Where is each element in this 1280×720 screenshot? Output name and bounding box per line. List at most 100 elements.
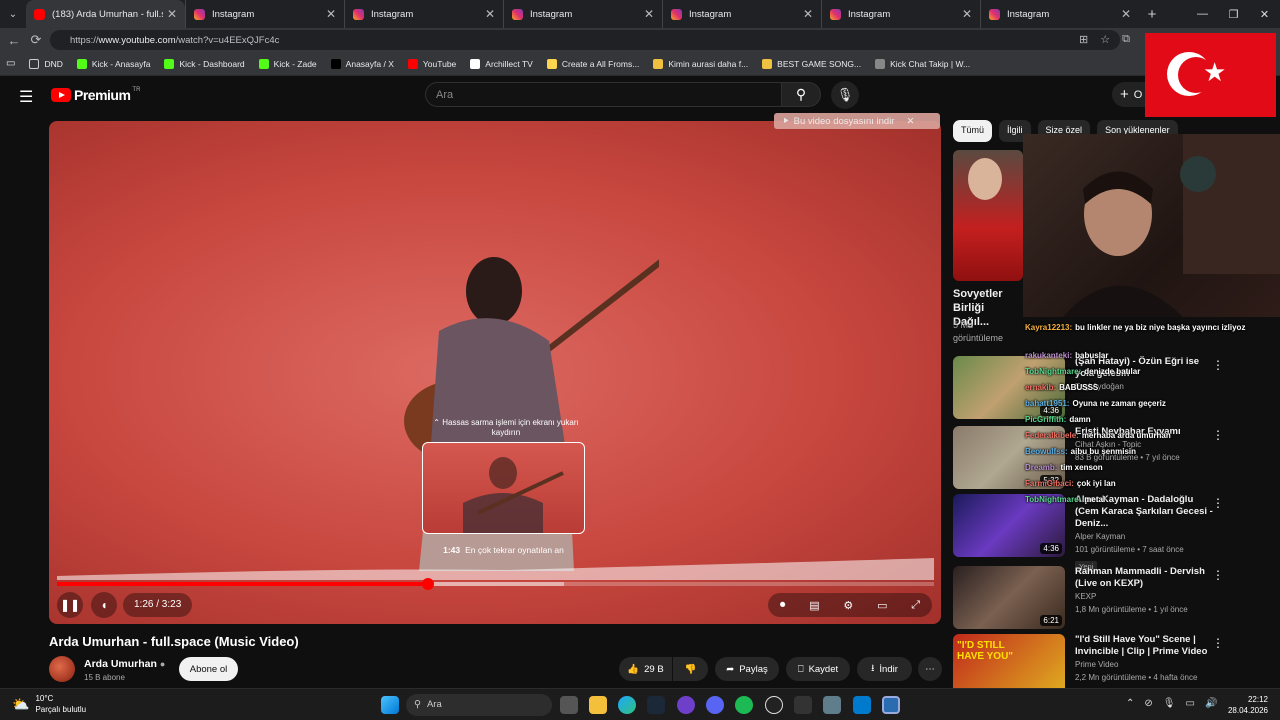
close-icon[interactable]: ✕ bbox=[962, 7, 972, 21]
discord-icon[interactable] bbox=[706, 696, 724, 714]
subtitles-icon[interactable]: ▤ bbox=[809, 599, 819, 612]
close-icon[interactable]: ✕ bbox=[326, 7, 336, 21]
save-button[interactable]: ⎕ Kaydet bbox=[786, 657, 850, 681]
rec-item[interactable]: 6:21 Rahman Mammadli - Dervish (Live on K… bbox=[953, 566, 1215, 629]
rec-more-icon[interactable]: ⋮ bbox=[1212, 496, 1224, 510]
star-icon[interactable]: ☆ bbox=[1100, 33, 1110, 46]
close-icon[interactable]: ✕ bbox=[906, 116, 914, 127]
tab-instagram[interactable]: Instagram ✕ bbox=[344, 0, 503, 28]
channel-name[interactable]: Arda Umurhan ● bbox=[84, 658, 165, 670]
bookmark-item[interactable]: DND bbox=[29, 58, 63, 69]
tab-instagram[interactable]: Instagram ✕ bbox=[980, 0, 1139, 28]
tab-instagram[interactable]: Instagram ✕ bbox=[662, 0, 821, 28]
task-view-icon[interactable] bbox=[560, 696, 578, 714]
settings-gear-icon[interactable]: ⚙ bbox=[843, 599, 853, 612]
vpn-icon[interactable]: ⊘ bbox=[1144, 698, 1152, 709]
pause-button[interactable]: ❚❚ bbox=[57, 592, 83, 618]
rec-title[interactable]: "I'd Still Have You" Scene | Invincible … bbox=[1075, 634, 1215, 658]
bookmark-item[interactable]: BEST GAME SONG... bbox=[762, 58, 861, 69]
url-field[interactable]: https://www.youtube.com/watch?v=u4EExQJF… bbox=[50, 30, 1120, 50]
rec-more-icon[interactable]: ⋮ bbox=[1212, 428, 1224, 442]
rec-thumbnail-sovyet[interactable] bbox=[953, 150, 1023, 281]
tab-instagram[interactable]: Instagram ✕ bbox=[821, 0, 980, 28]
steam-icon[interactable] bbox=[647, 696, 665, 714]
tab-instagram[interactable]: Instagram ✕ bbox=[185, 0, 344, 28]
file-explorer-icon[interactable] bbox=[589, 696, 607, 714]
apps-icon[interactable]: ⊞ bbox=[1079, 33, 1088, 46]
vscode-icon[interactable] bbox=[853, 696, 871, 714]
subscribe-button[interactable]: Abone ol bbox=[179, 657, 238, 681]
close-icon[interactable]: ✕ bbox=[803, 7, 813, 21]
rec-thumbnail[interactable]: 6:21 bbox=[953, 566, 1065, 629]
weather-widget[interactable]: ⛅ 10°C Parçalı bulutlu bbox=[12, 693, 86, 715]
rec-more-icon[interactable]: ⋮ bbox=[1212, 358, 1224, 372]
share-button[interactable]: ➦ Paylaş bbox=[715, 657, 779, 681]
bookmark-item[interactable]: YouTube bbox=[407, 58, 456, 69]
windows-start-icon[interactable] bbox=[381, 696, 399, 714]
bookmark-item[interactable]: Kick - Anasayfa bbox=[76, 58, 150, 69]
bookmark-item[interactable]: Kick - Zade bbox=[258, 58, 317, 69]
autoplay-toggle-icon[interactable]: ⏺ bbox=[780, 599, 786, 612]
download-button[interactable]: ⭳ İndir bbox=[857, 657, 912, 681]
chip-all[interactable]: Tümü bbox=[953, 120, 993, 142]
browser-tab-strip: ⌄ (183) Arda Umurhan - full.spa ✕ Instag… bbox=[0, 0, 1280, 28]
restore-icon[interactable]: ❐ bbox=[1218, 0, 1249, 28]
flag-star: ★ bbox=[1203, 57, 1227, 87]
search-button[interactable]: ⚲ bbox=[781, 82, 821, 107]
menu-icon[interactable]: ☰ bbox=[19, 87, 33, 107]
rec-more-icon[interactable]: ⋮ bbox=[1212, 636, 1224, 650]
mic-tray-icon[interactable]: 🎙 bbox=[1163, 698, 1176, 709]
close-icon[interactable]: ✕ bbox=[167, 7, 177, 21]
search-input[interactable]: Ara bbox=[425, 82, 782, 107]
download-video-bar[interactable]: ⯈ Bu video dosyasını indir ✕ bbox=[774, 113, 940, 129]
tab-youtube[interactable]: (183) Arda Umurhan - full.spa ✕ bbox=[26, 0, 185, 28]
chat-username: FarmiGibaci: bbox=[1025, 479, 1074, 488]
scrubber-handle[interactable] bbox=[421, 578, 434, 590]
chevron-up-icon[interactable]: ⌃ bbox=[1126, 698, 1134, 709]
more-actions-button[interactable]: ⋯ bbox=[918, 657, 942, 681]
spotify-icon[interactable] bbox=[735, 696, 753, 714]
new-tab-button[interactable]: + bbox=[1139, 6, 1165, 23]
rec-title[interactable]: Rahman Mammadli - Dervish (Live on KEXP) bbox=[1075, 566, 1215, 590]
close-icon[interactable]: ✕ bbox=[1121, 7, 1131, 21]
github-desktop-icon[interactable] bbox=[677, 696, 695, 714]
app-l-icon[interactable] bbox=[882, 696, 900, 714]
like-button[interactable]: 👍 29 B bbox=[619, 657, 672, 681]
rec-channel[interactable]: KEXP bbox=[1075, 590, 1215, 603]
edge-icon[interactable] bbox=[618, 696, 636, 714]
reload-icon[interactable]: ⟳ bbox=[22, 32, 50, 48]
rec-channel[interactable]: Prime Video bbox=[1075, 658, 1215, 671]
close-window-icon[interactable]: ✕ bbox=[1249, 0, 1280, 28]
extension-icon[interactable]: ⧉ bbox=[1122, 33, 1130, 46]
fullscreen-icon[interactable]: ⤢ bbox=[911, 599, 920, 612]
progress-bar[interactable] bbox=[57, 578, 934, 590]
close-icon[interactable]: ✕ bbox=[644, 7, 654, 21]
taskbar-search[interactable]: ⚲ Ara bbox=[406, 694, 552, 716]
bookmark-item[interactable]: Kimin aurasi daha f... bbox=[653, 58, 748, 69]
channel-avatar[interactable] bbox=[49, 656, 75, 682]
bookmark-item[interactable]: Kick Chat Takip | W... bbox=[875, 58, 970, 69]
minimize-icon[interactable]: — bbox=[1187, 0, 1218, 28]
close-icon[interactable]: ✕ bbox=[485, 7, 495, 21]
rec-item[interactable]: 4:36 Alper Kayman - Dadaloğlu (Cem Karaca… bbox=[953, 494, 1215, 574]
theater-mode-icon[interactable]: ▭ bbox=[877, 599, 887, 612]
bookmark-item[interactable]: Kick - Dashboard bbox=[164, 58, 245, 69]
dislike-button[interactable]: 👎 bbox=[673, 657, 708, 681]
tab-instagram[interactable]: Instagram ✕ bbox=[503, 0, 662, 28]
speaker-icon[interactable]: 🔊 bbox=[1205, 698, 1217, 709]
bookmark-item[interactable]: Create a All Froms... bbox=[546, 58, 639, 69]
volume-button[interactable]: ◖ bbox=[91, 592, 117, 618]
bookmark-item[interactable]: Anasayfa / X bbox=[330, 58, 394, 69]
network-icon[interactable]: ▭ bbox=[1185, 698, 1194, 709]
rec-channel[interactable]: Alper Kayman bbox=[1075, 530, 1215, 543]
bookmark-item[interactable]: Archillect TV bbox=[470, 58, 533, 69]
kick-studio-icon[interactable] bbox=[794, 696, 812, 714]
settings-app-icon[interactable] bbox=[823, 696, 841, 714]
unreal-engine-icon[interactable] bbox=[765, 696, 783, 714]
sidebar-toggle-icon[interactable]: ▭ bbox=[6, 58, 15, 69]
rec-more-icon[interactable]: ⋮ bbox=[1212, 568, 1224, 582]
clock[interactable]: 22:12 28.04.2026 bbox=[1228, 694, 1268, 716]
youtube-logo[interactable]: Premium TR bbox=[51, 87, 140, 103]
voice-search-button[interactable]: 🎙 bbox=[831, 81, 859, 109]
tab-search-dropdown[interactable]: ⌄ bbox=[0, 0, 26, 28]
